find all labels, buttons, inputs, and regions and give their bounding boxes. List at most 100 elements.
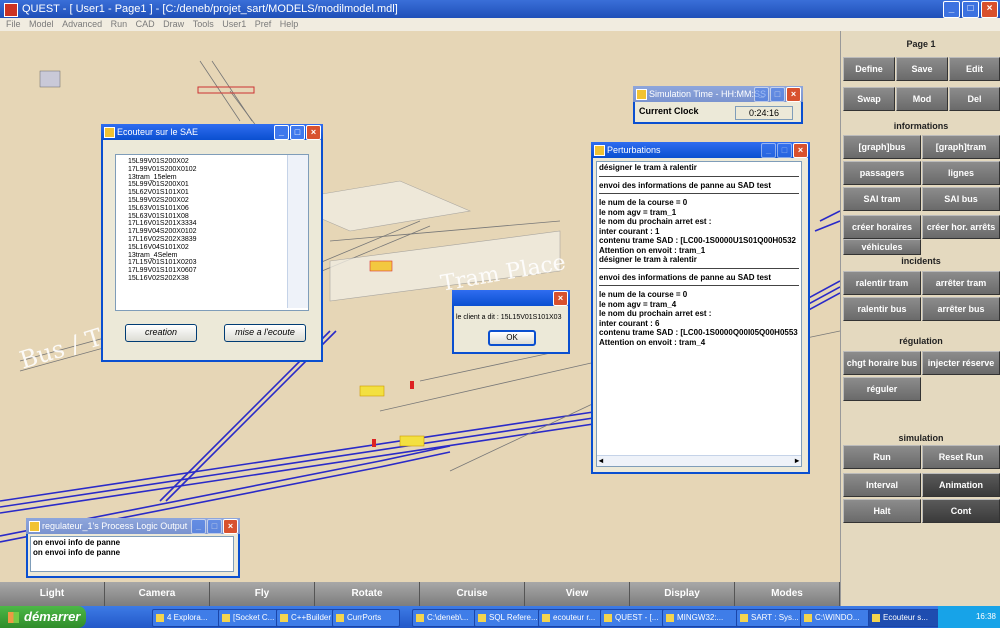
rotate-button[interactable]: Rotate [315,582,420,606]
menu-help[interactable]: Help [280,19,299,29]
simulation-time-title-bar[interactable]: Simulation Time - HH:MM:SS _ □ × [633,86,803,102]
creer-horaires-button[interactable]: créer horaires [843,215,921,239]
lignes-button[interactable]: lignes [922,161,1000,185]
menu-advanced[interactable]: Advanced [62,19,102,29]
minimize-icon[interactable]: _ [754,87,769,102]
list-item[interactable]: 15L16V02S202X38 [116,275,308,283]
menu-pref[interactable]: Pref [255,19,272,29]
run-button[interactable]: Run [843,445,921,469]
modes-button[interactable]: Modes [735,582,840,606]
list-item[interactable]: 15L99V01S200X01 [116,181,308,189]
display-button[interactable]: Display [630,582,735,606]
define-button[interactable]: Define [843,57,895,81]
creer-hor-arrets-button[interactable]: créer hor. arrêts [922,215,1000,239]
maximize-icon[interactable]: □ [770,87,785,102]
edit-button[interactable]: Edit [949,57,1000,81]
sai-bus-button[interactable]: SAI bus [922,187,1000,211]
fly-button[interactable]: Fly [210,582,315,606]
graph-tram-button[interactable]: [graph]tram [922,135,1000,159]
perturbations-title-bar[interactable]: Perturbations _ □ × [591,142,810,158]
menu-cad[interactable]: CAD [136,19,155,29]
taskbar-item[interactable]: MINGW32:... [662,609,738,627]
ralentir-bus-button[interactable]: ralentir bus [843,297,921,321]
frames-listbox[interactable]: 15L99V01S200X02 17L99V01S200X0102 13tram… [115,154,309,311]
maximize-icon[interactable]: □ [962,1,979,18]
list-item[interactable]: 17L99V01S200X0102 [116,166,308,174]
creation-button[interactable]: creation [125,324,197,342]
regulateur-log[interactable]: on envoi info de panne on envoi info de … [30,536,234,572]
list-item[interactable]: 15L62V01S101X01 [116,189,308,197]
taskbar-item[interactable]: 4 Explora... [152,609,222,627]
list-item[interactable]: 15L63V01S101X08 [116,213,308,221]
light-button[interactable]: Light [0,582,105,606]
mod-button[interactable]: Mod [896,87,948,111]
perturbations-log[interactable]: désigner le tram à ralentir envoi des in… [596,161,802,467]
close-icon[interactable]: × [223,519,238,534]
maximize-icon[interactable]: □ [777,143,792,158]
menu-tools[interactable]: Tools [193,19,214,29]
cont-button[interactable]: Cont [922,499,1000,523]
list-item[interactable]: 17L99V04S200X0102 [116,228,308,236]
cruise-button[interactable]: Cruise [420,582,525,606]
sai-tram-button[interactable]: SAI tram [843,187,921,211]
menu-model[interactable]: Model [29,19,54,29]
list-item[interactable]: 15L99V02S200X02 [116,197,308,205]
mise-a-l-ecoute-button[interactable]: mise a l'ecoute [224,324,306,342]
taskbar-item[interactable]: SART : Sys... [736,609,810,627]
passagers-button[interactable]: passagers [843,161,921,185]
ecouteur-title-bar[interactable]: Ecouteur sur le SAE _ □ × [101,124,323,140]
list-item[interactable]: 15L99V01S200X02 [116,155,308,166]
minimize-icon[interactable]: _ [191,519,206,534]
animation-button[interactable]: Animation [922,473,1000,497]
listbox-scrollbar[interactable] [287,155,308,308]
menu-file[interactable]: File [6,19,21,29]
taskbar-item[interactable]: CurrPorts [332,609,400,627]
taskbar-item-active[interactable]: Ecouteur s... [868,609,942,627]
list-item[interactable]: 17L15V01S101X0203 [116,259,308,267]
close-icon[interactable]: × [553,291,568,306]
minimize-icon[interactable]: _ [761,143,776,158]
menu-run[interactable]: Run [111,19,128,29]
camera-button[interactable]: Camera [105,582,210,606]
graph-bus-button[interactable]: [graph]bus [843,135,921,159]
save-button[interactable]: Save [896,57,948,81]
halt-button[interactable]: Halt [843,499,921,523]
close-icon[interactable]: × [306,125,321,140]
taskbar-item[interactable]: SQL Refere... [474,609,546,627]
arreter-bus-button[interactable]: arrêter bus [922,297,1000,321]
close-icon[interactable]: × [981,1,998,18]
list-item[interactable]: 13tram_4Selem [116,252,308,260]
list-item[interactable]: 15L63V01S101X06 [116,205,308,213]
list-item[interactable]: 17L16V01S201X3334 [116,220,308,228]
menu-draw[interactable]: Draw [163,19,184,29]
horizontal-scrollbar[interactable]: ◂ ▸ [597,455,801,466]
scroll-left-icon[interactable]: ◂ [599,456,603,466]
chgt-horaire-bus-button[interactable]: chgt horaire bus [843,351,921,375]
maximize-icon[interactable]: □ [290,125,305,140]
ok-button[interactable]: OK [488,330,536,346]
menu-user1[interactable]: User1 [222,19,246,29]
dialog-title-bar[interactable]: × [452,290,570,306]
reguler-button[interactable]: réguler [843,377,921,401]
close-icon[interactable]: × [786,87,801,102]
close-icon[interactable]: × [793,143,808,158]
minimize-icon[interactable]: _ [274,125,289,140]
swap-button[interactable]: Swap [843,87,895,111]
regulateur-title-bar[interactable]: regulateur_1's Process Logic Output _ □ … [26,518,240,534]
list-item[interactable]: 13tram_15elem [116,174,308,182]
ralentir-tram-button[interactable]: ralentir tram [843,271,921,295]
view-button[interactable]: View [525,582,630,606]
minimize-icon[interactable]: _ [943,1,960,18]
taskbar-item[interactable]: C:\WINDO... [800,609,872,627]
scroll-right-icon[interactable]: ▸ [795,456,799,466]
vehicules-button[interactable]: véhicules [843,239,921,255]
arreter-tram-button[interactable]: arrêter tram [922,271,1000,295]
reset-run-button[interactable]: Reset Run [922,445,1000,469]
list-item[interactable]: 15L16V04S101X02 [116,244,308,252]
del-button[interactable]: Del [949,87,1000,111]
interval-button[interactable]: Interval [843,473,921,497]
list-item[interactable]: 17L16V02S202X3839 [116,236,308,244]
injecter-reserve-button[interactable]: injecter réserve [922,351,1000,375]
list-item[interactable]: 17L99V01S101X0607 [116,267,308,275]
maximize-icon[interactable]: □ [207,519,222,534]
